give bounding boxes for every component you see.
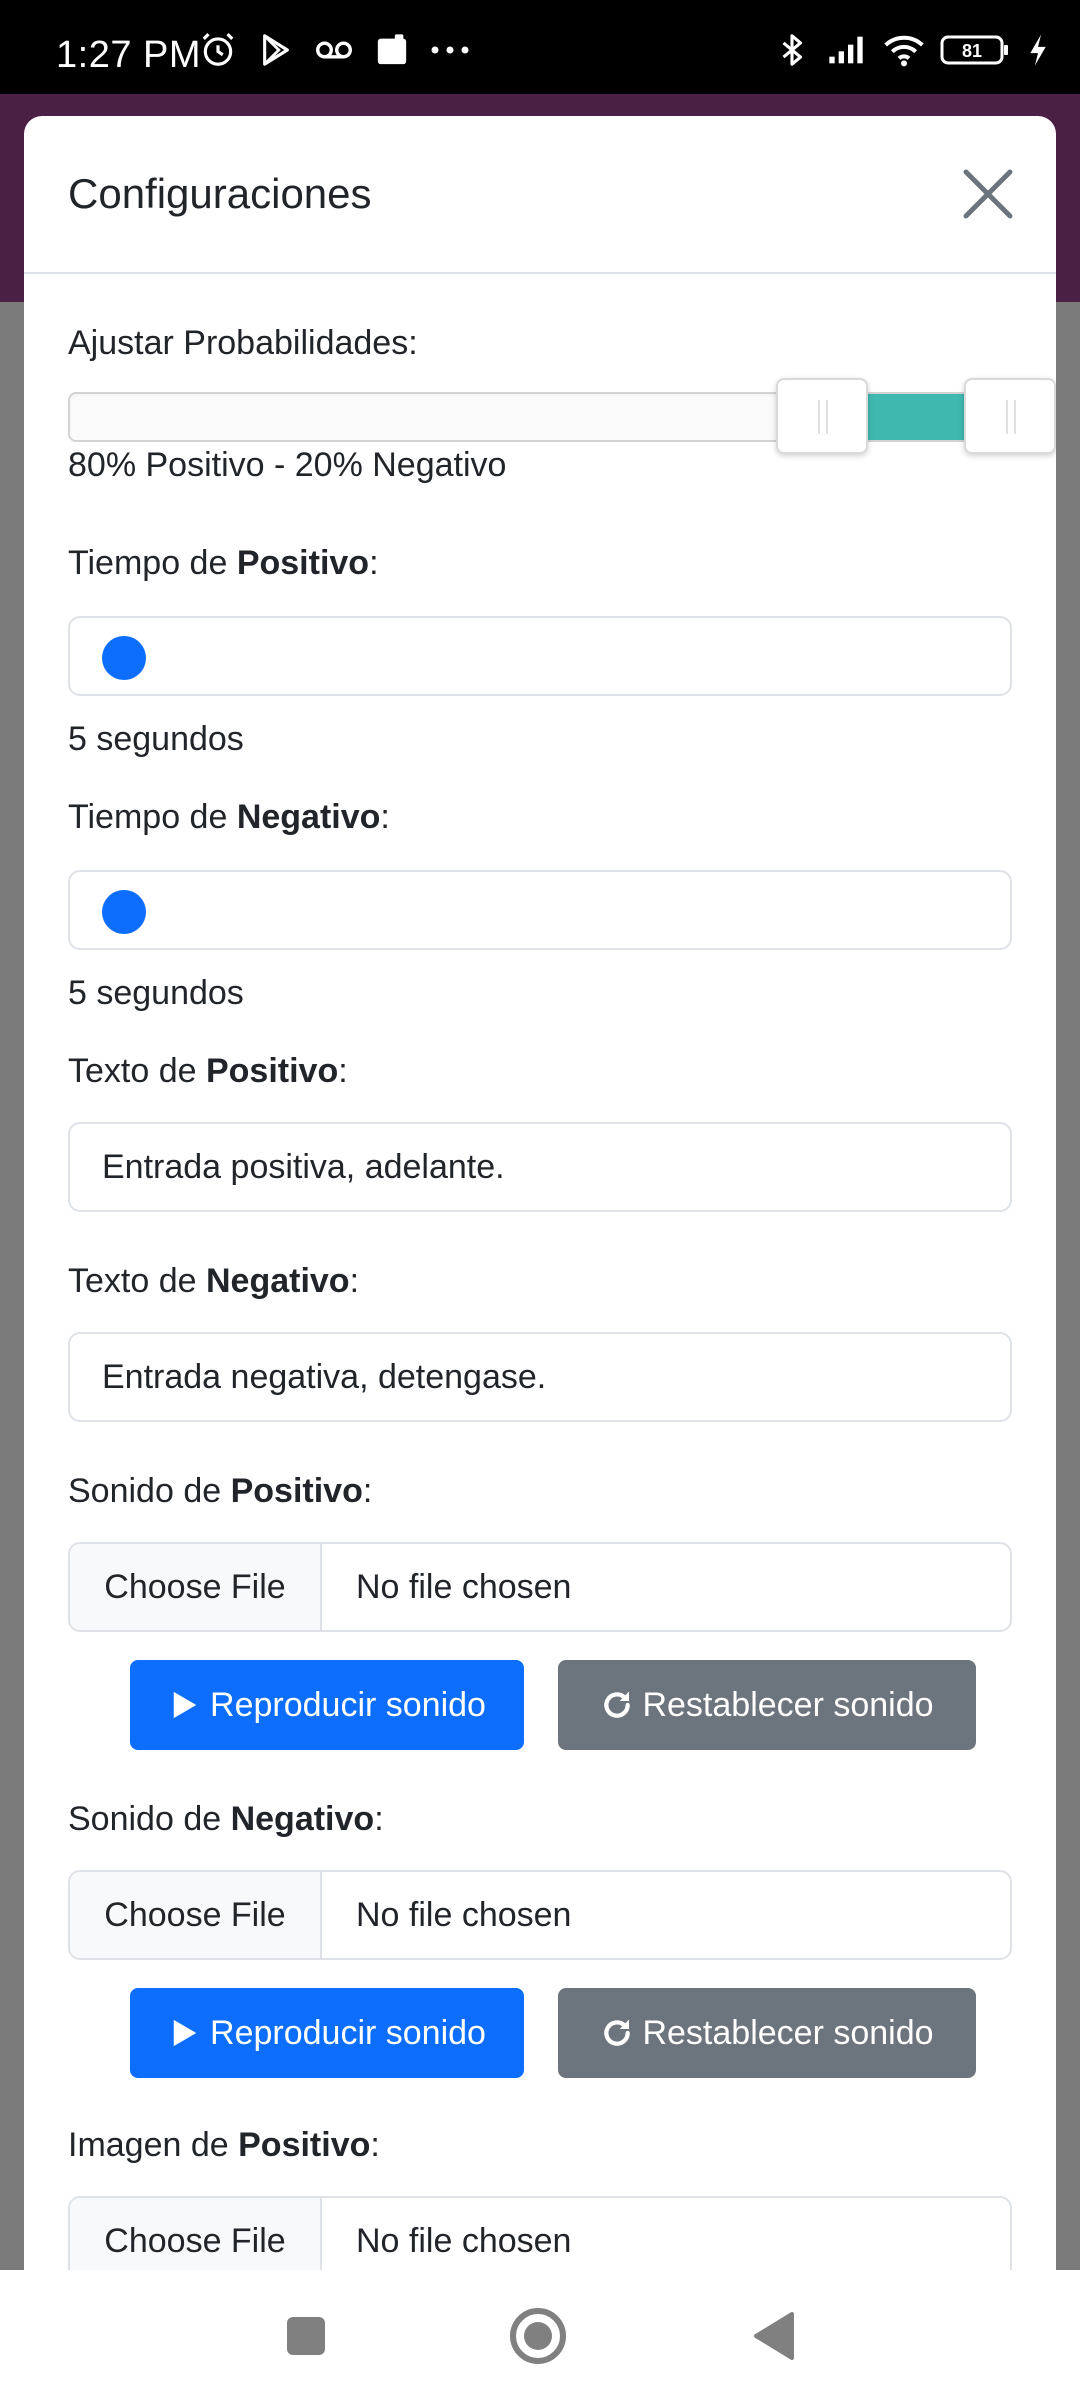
label-suffix: : xyxy=(370,2126,380,2164)
status-bar: 1:27 PM 81 xyxy=(0,0,1080,94)
file-status: No file chosen xyxy=(356,2221,572,2260)
choose-file-button[interactable]: Choose File xyxy=(70,1872,322,1958)
label-prefix: Tiempo de xyxy=(68,798,237,836)
back-triangle-icon xyxy=(754,2312,794,2360)
negative-time-value: 5 segundos xyxy=(68,974,244,1012)
file-status: No file chosen xyxy=(356,1567,572,1606)
label-prefix: Texto de xyxy=(68,1052,206,1090)
reset-positive-sound-button[interactable]: Restablecer sonido xyxy=(558,1660,976,1750)
battery-icon: 81 xyxy=(940,30,1010,70)
positive-time-value: 5 segundos xyxy=(68,720,244,758)
settings-modal: Configuraciones Ajustar Probabilidades: … xyxy=(24,116,1056,2270)
button-label: Restablecer sonido xyxy=(642,1685,934,1724)
modal-header: Configuraciones xyxy=(24,116,1056,274)
status-time: 1:27 PM xyxy=(56,34,202,76)
negative-text-input[interactable]: Entrada negativa, detengase. xyxy=(68,1332,1012,1422)
reset-icon xyxy=(600,2016,634,2050)
positive-time-range[interactable] xyxy=(68,616,1012,696)
label-bold: Positivo xyxy=(238,2126,371,2164)
label-bold: Positivo xyxy=(230,1472,363,1510)
button-label: Reproducir sonido xyxy=(210,1685,486,1724)
positive-text-input[interactable]: Entrada positiva, adelante. xyxy=(68,1122,1012,1212)
close-icon xyxy=(963,169,1013,219)
modal-title: Configuraciones xyxy=(68,170,372,217)
reset-negative-sound-button[interactable]: Restablecer sonido xyxy=(558,1988,976,2078)
back-button[interactable] xyxy=(744,2306,804,2366)
label-bold: Negativo xyxy=(236,798,381,836)
status-notifications xyxy=(198,30,470,70)
positive-time-label: Tiempo de Positivo: xyxy=(68,544,379,583)
wifi-icon xyxy=(884,30,924,70)
choose-file-button[interactable]: Choose File xyxy=(70,2198,322,2270)
probability-value-text: 80% Positivo - 20% Negativo xyxy=(68,446,507,484)
label-suffix: : xyxy=(374,1800,384,1838)
positive-sound-file-input[interactable]: Choose File No file chosen xyxy=(68,1542,1012,1632)
play-store-icon xyxy=(256,30,296,70)
negative-time-thumb[interactable] xyxy=(102,890,146,934)
negative-time-range[interactable] xyxy=(68,870,1012,950)
navigation-bar xyxy=(0,2270,1080,2400)
choose-file-button[interactable]: Choose File xyxy=(70,1544,322,1630)
recents-square-icon xyxy=(287,2317,325,2355)
label-suffix: : xyxy=(349,1262,360,1300)
play-positive-sound-button[interactable]: Reproducir sonido xyxy=(130,1660,524,1750)
more-notifications-icon xyxy=(430,30,470,70)
positive-text-label: Texto de Positivo: xyxy=(68,1052,348,1091)
label-prefix: Texto de xyxy=(68,1262,206,1300)
play-icon xyxy=(168,1688,202,1722)
voicemail-icon xyxy=(314,30,354,70)
label-suffix: : xyxy=(362,1472,373,1510)
negative-sound-label: Sonido de Negativo: xyxy=(68,1800,384,1839)
label-bold: Positivo xyxy=(236,544,370,582)
label-bold: Positivo xyxy=(205,1052,339,1090)
label-prefix: Sonido de xyxy=(68,1800,231,1838)
positive-sound-label: Sonido de Positivo: xyxy=(68,1472,372,1511)
bluetooth-icon xyxy=(772,30,812,70)
label-suffix: : xyxy=(380,798,390,836)
negative-text-label: Texto de Negativo: xyxy=(68,1262,359,1301)
label-bold: Negativo xyxy=(205,1262,350,1300)
button-label: Restablecer sonido xyxy=(642,2013,934,2052)
app-notification-icon xyxy=(372,30,412,70)
probability-slider[interactable] xyxy=(68,378,1056,454)
label-prefix: Tiempo de xyxy=(68,544,237,582)
probability-handle-lower[interactable] xyxy=(776,378,868,454)
svg-text:81: 81 xyxy=(962,41,982,61)
signal-icon xyxy=(828,30,868,70)
file-status: No file chosen xyxy=(356,1895,572,1934)
probability-label: Ajustar Probabilidades: xyxy=(68,324,418,362)
charging-icon xyxy=(1026,30,1050,70)
label-prefix: Sonido de xyxy=(68,1472,231,1510)
alarm-icon xyxy=(198,30,238,70)
home-button[interactable] xyxy=(508,2306,568,2366)
button-label: Reproducir sonido xyxy=(210,2013,486,2052)
label-prefix: Imagen de xyxy=(68,2126,239,2164)
positive-image-file-input[interactable]: Choose File No file chosen xyxy=(68,2196,1012,2270)
home-circle-icon xyxy=(510,2308,566,2364)
negative-time-label: Tiempo de Negativo: xyxy=(68,798,390,837)
label-suffix: : xyxy=(338,1052,348,1090)
reset-icon xyxy=(600,1688,634,1722)
play-negative-sound-button[interactable]: Reproducir sonido xyxy=(130,1988,524,2078)
label-suffix: : xyxy=(369,544,379,582)
recents-button[interactable] xyxy=(276,2306,336,2366)
play-icon xyxy=(168,2016,202,2050)
positive-time-thumb[interactable] xyxy=(102,636,146,680)
negative-sound-file-input[interactable]: Choose File No file chosen xyxy=(68,1870,1012,1960)
label-bold: Negativo xyxy=(230,1800,375,1838)
status-system-icons: 81 xyxy=(772,30,1050,70)
probability-handle-upper[interactable] xyxy=(964,378,1056,454)
close-button[interactable] xyxy=(958,164,1018,224)
positive-image-label: Imagen de Positivo: xyxy=(68,2126,380,2165)
